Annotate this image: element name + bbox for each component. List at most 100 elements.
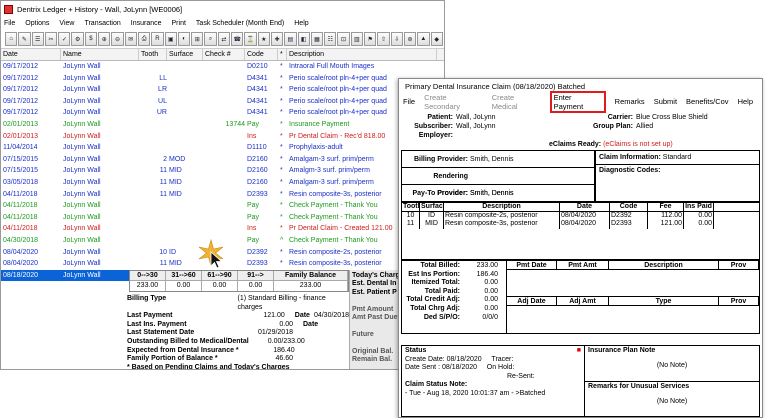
side-panel-label: Today's Charg	[352, 272, 399, 279]
ledger-row[interactable]: 02/01/2013 JoLynn Wall 13744 Pay * Insurance …	[1, 119, 444, 131]
toolbar-button-icon[interactable]: R	[151, 32, 164, 46]
ledger-cell-star: *	[280, 120, 283, 128]
toolbar-button-icon[interactable]: ⊡	[337, 32, 350, 46]
ledger-row[interactable]: 09/17/2012 JoLynn Wall D0210 * Intraoral Ful…	[1, 61, 444, 73]
ledger-row[interactable]: 07/15/2015 JoLynn Wall 2 MOD D2160 * Amalgam-3…	[1, 154, 444, 166]
claim-status-panel[interactable]: Status ■ Create Date: 08/18/2020 Tracer:…	[402, 346, 585, 416]
toolbar-button-icon[interactable]: ✎	[18, 32, 31, 46]
toolbar-button-icon[interactable]: ▲	[417, 32, 430, 46]
ledger-menu-item[interactable]: Print	[172, 20, 186, 27]
claim-menu-help[interactable]: Help	[738, 97, 753, 106]
payment-header: Prov	[719, 261, 759, 270]
toolbar-button-icon[interactable]: ⊛	[403, 32, 417, 46]
toolbar-button-icon[interactable]: ⌕	[204, 32, 217, 46]
adjustment-grid[interactable]: Adj Date Adj Amt Type Prov	[507, 297, 759, 333]
ledger-cell-check	[203, 177, 245, 189]
payment-grid[interactable]: Pmt Date Pmt Amt Description Prov	[507, 261, 759, 297]
ledger-menu-item[interactable]: Transaction	[84, 20, 120, 27]
toolbar-button-icon[interactable]: ✓	[58, 32, 71, 46]
claim-menu-submit[interactable]: Submit	[654, 97, 677, 106]
ledger-menu-item[interactable]: File	[4, 20, 15, 27]
ledger-row[interactable]: 09/17/2012 JoLynn Wall UR D4341 * Perio scale…	[1, 107, 444, 119]
procedure-row[interactable]: 10 ID Resin composite-2s, posterior 08/04/2…	[402, 211, 759, 220]
toolbar-button-icon[interactable]: ☎	[231, 32, 244, 46]
claim-menu-create-secondary[interactable]: Create Secondary	[424, 93, 483, 111]
ledger-cell-tooth: UL	[158, 97, 167, 105]
ledger-row[interactable]: 09/17/2012 JoLynn Wall LL D4341 * Perio scale…	[1, 73, 444, 85]
toolbar-button-icon[interactable]: ⊞	[191, 32, 204, 46]
toolbar-button-icon[interactable]: ▥	[350, 32, 364, 46]
toolbar-button-icon[interactable]: ⌛	[244, 32, 257, 46]
toolbar-button-icon[interactable]: $	[84, 32, 98, 46]
ledger-cell-code: D4341	[247, 97, 268, 105]
toolbar-button-icon[interactable]: ⌂	[5, 32, 18, 46]
toolbar-button-icon[interactable]: ★	[257, 32, 270, 46]
toolbar-button-icon[interactable]: ✚	[270, 32, 284, 46]
toolbar-button-icon[interactable]: ✂	[44, 32, 58, 46]
ledger-row[interactable]: 09/17/2012 JoLynn Wall LR D4341 * Perio scale…	[1, 84, 444, 96]
ledger-row[interactable]: 04/11/2018 JoLynn Wall Pay * Check Payment -…	[1, 200, 444, 212]
ledger-row[interactable]: 11/04/2014 JoLynn Wall D1110 * Prophylaxis-a…	[1, 142, 444, 154]
toolbar-button-icon[interactable]: ☰	[31, 32, 44, 46]
ledger-cell-tooth: 11	[159, 190, 167, 198]
ledger-cell-tooth	[139, 223, 167, 235]
billing-label: * Based on Pending Claims and Today's Ch…	[127, 363, 290, 370]
ledger-row[interactable]: 04/11/2018 JoLynn Wall 11 MID D2393 * Resin co…	[1, 189, 444, 201]
col-date[interactable]: Date	[1, 49, 61, 60]
col-star[interactable]: *	[278, 49, 287, 60]
ledger-row[interactable]: 09/17/2012 JoLynn Wall UL D4341 * Perio scale…	[1, 96, 444, 108]
insurance-plan-note-panel[interactable]: Insurance Plan Note (No Note)	[585, 346, 759, 382]
toolbar-button-icon[interactable]: ⇄	[217, 32, 231, 46]
billing-provider-row[interactable]: Billing Provider: Smith, Dennis	[402, 151, 594, 168]
toolbar-button-icon[interactable]: ⊖	[111, 32, 124, 46]
col-name[interactable]: Name	[61, 49, 139, 60]
toolbar-button-icon[interactable]: ◆	[430, 32, 443, 46]
status-title: Status	[405, 347, 427, 354]
ledger-cell-name: JoLynn Wall	[63, 271, 101, 279]
ledger-menu-item[interactable]: Options	[25, 20, 49, 27]
col-check[interactable]: Check #	[203, 49, 245, 60]
ledger-row[interactable]: 07/15/2015 JoLynn Wall 11 MID D2160 * Amalgm-3…	[1, 165, 444, 177]
ledger-toolbar: ⌂ ✎ ☰ ✂ ✓ ⚙ $ ⊕ ⊖ ✉ ⎙ R ▣ ◐ ⊞ ⌕ ⇄ ☎ ⌛ ★ ✚ ▤ ◧ ▦ ☷ ⊡ ▥ ⚑ ⇧ ⇩ ⊛ ▲ ◆	[1, 30, 444, 49]
ledger-menu-item[interactable]: View	[59, 20, 74, 27]
claim-menu-create-medical[interactable]: Create Medical	[492, 93, 541, 111]
col-tooth[interactable]: Tooth	[139, 49, 167, 60]
claim-menu-remarks[interactable]: Remarks	[615, 97, 645, 106]
procedure-row[interactable]: 11 MID Resin composite-3s, posterior 08/04/…	[402, 220, 759, 229]
total-line: Total Paid: 0.00	[402, 288, 506, 297]
col-description[interactable]: Description	[287, 49, 437, 60]
ledger-menu-item[interactable]: Insurance	[131, 20, 162, 27]
toolbar-button-icon[interactable]: ▦	[310, 32, 324, 46]
ledger-menu-item[interactable]: Task Scheduler (Month End)	[196, 20, 284, 27]
col-surface[interactable]: Surface	[167, 49, 203, 60]
toolbar-button-icon[interactable]: ⚑	[364, 32, 377, 46]
ledger-menu-item[interactable]: Help	[294, 20, 308, 27]
toolbar-button-icon[interactable]: ◧	[297, 32, 310, 46]
ledger-row[interactable]: 03/05/2018 JoLynn Wall 11 MID D2160 * Amalgam-…	[1, 177, 444, 189]
claim-menu-file[interactable]: File	[403, 97, 415, 106]
toolbar-button-icon[interactable]: ⚙	[71, 32, 84, 46]
remarks-panel[interactable]: Remarks for Unusual Services (No Note)	[585, 382, 759, 416]
claim-menu-benefits-cov[interactable]: Benefits/Cov	[686, 97, 729, 106]
toolbar-button-icon[interactable]: ⎙	[137, 32, 151, 46]
ledger-cell-name: JoLynn Wall	[63, 86, 101, 94]
status-edit-icon[interactable]: ■	[577, 347, 581, 356]
toolbar-button-icon[interactable]: ⇩	[390, 32, 403, 46]
claim-info-block[interactable]: Claim Information: Standard Diagnostic C…	[595, 150, 760, 202]
toolbar-button-icon[interactable]: ▣	[164, 32, 177, 46]
ledger-cell-tooth	[139, 212, 167, 224]
ledger-cell-name: JoLynn Wall	[63, 144, 101, 152]
claim-menu-enter-payment[interactable]: Enter Payment	[549, 90, 606, 113]
toolbar-button-icon[interactable]: ⇧	[377, 32, 390, 46]
ledger-row[interactable]: 04/11/2018 JoLynn Wall Pay * Check Payment -…	[1, 212, 444, 224]
toolbar-button-icon[interactable]: ◐	[177, 32, 191, 46]
ledger-row[interactable]: 04/11/2018 JoLynn Wall Ins * Pr Dental Claim…	[1, 223, 444, 235]
toolbar-button-icon[interactable]: ▤	[284, 32, 297, 46]
toolbar-button-icon[interactable]: ☷	[324, 32, 337, 46]
pay-to-provider-row[interactable]: Pay-To Provider: Smith, Dennis	[402, 185, 594, 202]
ledger-row[interactable]: 02/01/2013 JoLynn Wall Ins * Pr Dental Claim…	[1, 131, 444, 143]
col-code[interactable]: Code	[245, 49, 278, 60]
rendering-provider-row[interactable]: Rendering Provider: Smith, Dennis	[402, 168, 594, 197]
toolbar-button-icon[interactable]: ⊕	[98, 32, 111, 46]
toolbar-button-icon[interactable]: ✉	[124, 32, 137, 46]
